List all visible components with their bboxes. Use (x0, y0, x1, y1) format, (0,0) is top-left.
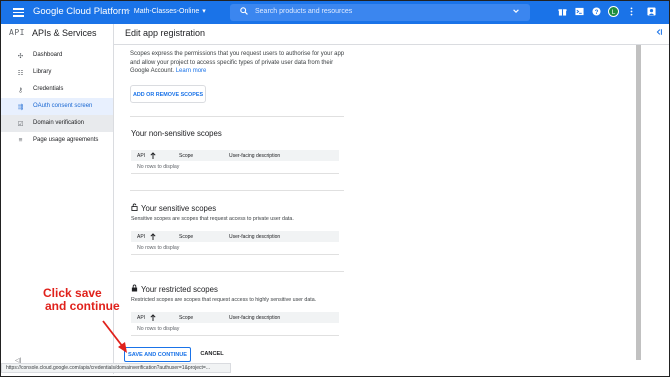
lock-open-icon (131, 203, 138, 213)
main-content: Scopes express the permissions that you … (114, 45, 632, 375)
sidebar-item-dashboard[interactable]: ✣ Dashboard (1, 47, 113, 64)
sidebar-header: API APIs & Services (1, 24, 113, 44)
hamburger-menu-icon[interactable] (13, 6, 24, 18)
column-header-api[interactable]: API (137, 153, 145, 159)
sensitive-scopes-title: Your sensitive scopes (131, 203, 216, 213)
browser-status-bar: https://console.cloud.google.com/apis/cr… (1, 363, 231, 373)
column-header-api[interactable]: API (137, 315, 145, 321)
tutorial-annotation: Click save and continue (43, 287, 120, 313)
column-header-description: User-facing description (229, 234, 281, 240)
check-box-icon: ☑ (17, 121, 24, 128)
column-header-scope: Scope (179, 234, 194, 240)
restricted-scopes-subtitle: Restricted scopes are scopes that reques… (131, 297, 317, 303)
sidebar-item-label: Library (33, 69, 52, 75)
search-placeholder: Search products and resources (255, 8, 353, 15)
column-header-scope: Scope (179, 315, 194, 321)
sidebar-item-oauth-consent[interactable]: ⇶ OAuth consent screen (1, 98, 113, 115)
save-and-continue-button[interactable]: SAVE AND CONTINUE (124, 347, 191, 362)
non-sensitive-scopes-title: Your non-sensitive scopes (131, 129, 222, 138)
sidebar-item-credentials[interactable]: ⚷ Credentials (1, 81, 113, 98)
table-header: API Scope User-facing description (131, 150, 339, 161)
divider (130, 271, 344, 272)
annotation-line-2: and continue (45, 299, 120, 313)
library-icon: ☷ (17, 70, 24, 77)
page-header: Edit app registration (114, 24, 669, 45)
brand-title[interactable]: Google Cloud Platform (33, 6, 129, 17)
cancel-button[interactable]: CANCEL (197, 347, 227, 362)
sidebar-item-label: Dashboard (33, 52, 63, 58)
table-row-empty: No rows to display (131, 161, 339, 174)
learn-more-link[interactable]: Learn more (176, 68, 207, 74)
consent-icon: ⇶ (17, 104, 24, 111)
annotation-arrow (102, 320, 127, 353)
divider (130, 116, 344, 117)
sidebar-title: APIs & Services (32, 28, 97, 38)
project-selector[interactable]: ⁘ Math-Classes-Online ▾ (125, 7, 206, 16)
lock-icon (131, 284, 138, 294)
add-remove-scopes-button[interactable]: ADD OR REMOVE SCOPES (130, 85, 206, 103)
sensitive-scopes-subtitle: Sensitive scopes are scopes that request… (131, 216, 294, 222)
column-header-description: User-facing description (229, 315, 281, 321)
settings-icon: ≡ (18, 137, 23, 144)
table-row-empty: No rows to display (131, 323, 339, 336)
sort-arrow-up-icon[interactable] (150, 151, 156, 161)
sort-arrow-up-icon[interactable] (150, 232, 156, 242)
column-header-scope: Scope (179, 153, 194, 159)
non-sensitive-scopes-table: API Scope User-facing description No row… (131, 150, 339, 174)
search-expand-chevron-icon[interactable] (512, 7, 520, 17)
sidebar-item-label: OAuth consent screen (33, 103, 93, 109)
restricted-scopes-title: Your restricted scopes (131, 284, 218, 294)
scopes-description: Scopes express the permissions that you … (130, 51, 345, 75)
search-bar[interactable]: Search products and resources (230, 4, 530, 21)
table-header: API Scope User-facing description (131, 231, 339, 242)
table-row-empty: No rows to display (131, 242, 339, 255)
sidebar-item-page-usage[interactable]: ≡ Page usage agreements (1, 132, 113, 149)
svg-text:?: ? (595, 9, 599, 16)
gift-icon[interactable] (558, 7, 567, 16)
project-name: Math-Classes-Online (133, 7, 200, 15)
divider (130, 190, 344, 191)
sidebar-item-label: Domain verification (33, 120, 85, 126)
sensitive-scopes-table: API Scope User-facing description No row… (131, 231, 339, 255)
scrollbar-track[interactable] (636, 45, 641, 360)
sidebar-item-library[interactable]: ☷ Library (1, 64, 113, 81)
project-dots-icon: ⁘ (125, 8, 131, 15)
chevron-down-icon: ▾ (202, 8, 206, 15)
page-title: Edit app registration (125, 28, 206, 38)
sidebar-item-domain-verification[interactable]: ☑ Domain verification (1, 115, 113, 132)
table-header: API Scope User-facing description (131, 312, 339, 323)
key-icon: ⚷ (18, 87, 23, 94)
account-icon[interactable] (647, 7, 656, 16)
more-vert-icon[interactable] (627, 7, 636, 16)
column-header-api[interactable]: API (137, 234, 145, 240)
collapse-panel-icon[interactable] (655, 28, 663, 38)
browser-frame: Google Cloud Platform ⁘ Math-Classes-Onl… (0, 0, 670, 377)
user-avatar[interactable]: L (608, 6, 619, 17)
sidebar-item-label: Credentials (33, 86, 64, 92)
restricted-scopes-table: API Scope User-facing description No row… (131, 312, 339, 336)
column-header-description: User-facing description (229, 153, 281, 159)
top-app-bar: Google Cloud Platform ⁘ Math-Classes-Onl… (1, 1, 669, 24)
search-icon (240, 7, 248, 17)
sidebar-item-label: Page usage agreements (33, 137, 99, 143)
scrollbar-thumb[interactable] (636, 45, 641, 360)
sort-arrow-up-icon[interactable] (150, 313, 156, 323)
dashboard-icon: ✣ (17, 53, 24, 60)
api-badge: API (9, 28, 25, 37)
terminal-icon[interactable] (575, 7, 584, 16)
help-icon[interactable]: ? (592, 7, 601, 16)
status-url: https://console.cloud.google.com/apis/cr… (6, 365, 211, 371)
sidebar: API APIs & Services ✣ Dashboard ☷ Librar… (1, 24, 114, 374)
